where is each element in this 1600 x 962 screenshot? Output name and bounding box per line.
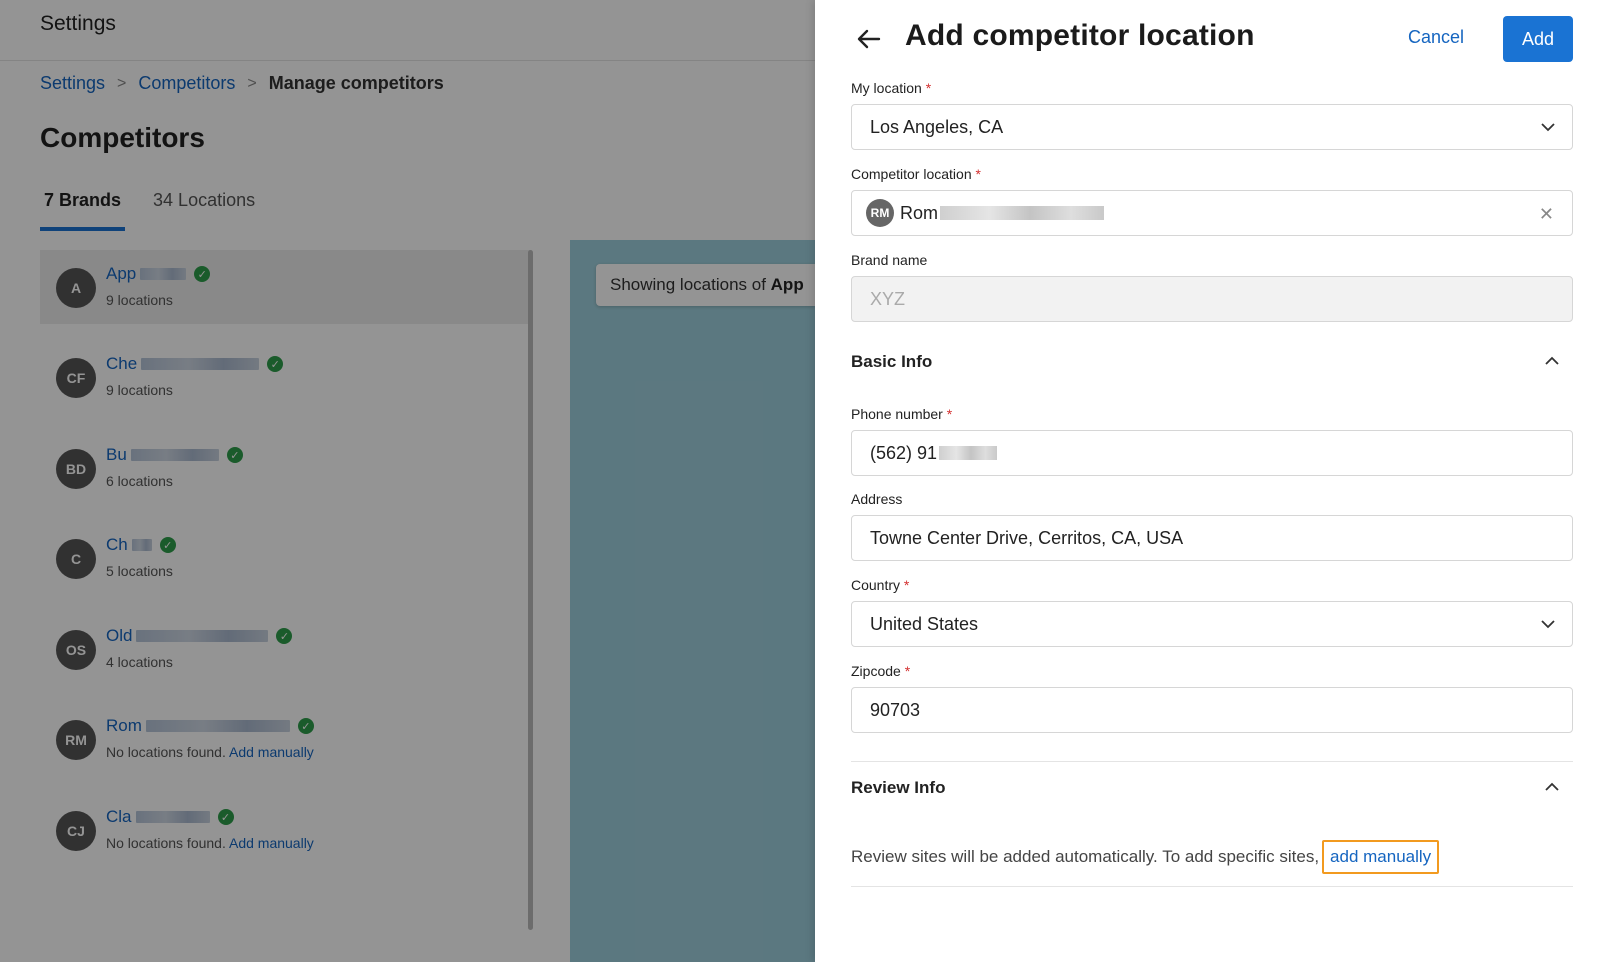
my-location-select[interactable]: Los Angeles, CA <box>851 104 1573 150</box>
chevron-up-icon[interactable] <box>1543 352 1561 370</box>
review-info-title: Review Info <box>851 778 946 797</box>
clear-icon[interactable]: ✕ <box>1539 204 1554 225</box>
brand-name-label: Brand name <box>851 252 928 268</box>
modal-overlay[interactable] <box>0 0 815 962</box>
phone-label: Phone number * <box>851 406 953 422</box>
add-button[interactable]: Add <box>1503 16 1573 62</box>
my-location-label: My location * <box>851 80 932 96</box>
country-label: Country * <box>851 577 910 593</box>
chevron-down-icon <box>1541 620 1555 629</box>
redacted-text <box>940 206 1105 220</box>
basic-info-title: Basic Info <box>851 352 933 371</box>
brand-name-input: XYZ <box>851 276 1573 322</box>
country-select[interactable]: United States <box>851 601 1573 647</box>
zipcode-input[interactable]: 90703 <box>851 687 1573 733</box>
cancel-button[interactable]: Cancel <box>1408 27 1464 48</box>
required-mark: * <box>975 166 981 182</box>
chevron-down-icon <box>1541 123 1555 132</box>
back-arrow-icon[interactable] <box>855 28 885 54</box>
avatar: RM <box>866 199 894 227</box>
required-mark: * <box>946 406 953 422</box>
zipcode-label: Zipcode * <box>851 663 911 679</box>
section-divider <box>851 886 1573 887</box>
add-manually-link[interactable]: add manually <box>1322 840 1440 874</box>
address-input[interactable]: Towne Center Drive, Cerritos, CA, USA <box>851 515 1573 561</box>
drawer-title: Add competitor location <box>905 19 1255 52</box>
competitor-location-field[interactable]: RM Rom ✕ <box>851 190 1573 236</box>
chevron-up-icon[interactable] <box>1543 778 1561 796</box>
required-mark: * <box>925 80 932 96</box>
required-mark: * <box>903 577 910 593</box>
add-competitor-drawer: Add competitor location Cancel Add My lo… <box>815 0 1600 962</box>
required-mark: * <box>904 663 911 679</box>
redacted-text <box>939 446 998 460</box>
phone-input[interactable]: (562) 91 <box>851 430 1573 476</box>
address-label: Address <box>851 491 903 507</box>
competitor-location-label: Competitor location * <box>851 166 981 182</box>
review-info-text: Review sites will be added automatically… <box>851 840 1440 874</box>
section-divider <box>851 761 1573 762</box>
